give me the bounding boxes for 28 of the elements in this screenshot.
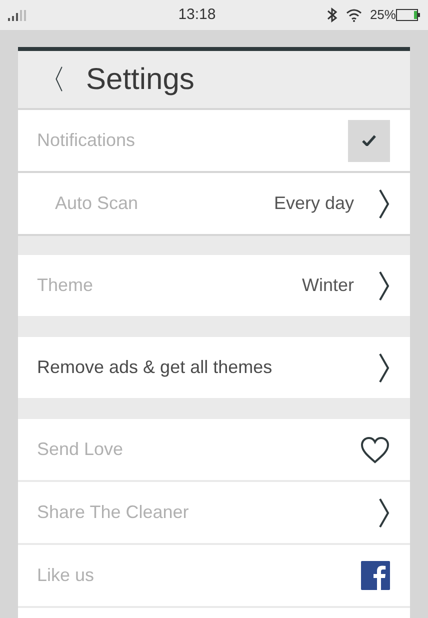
clock: 13:18 — [178, 4, 216, 25]
row-label: Like us — [37, 564, 94, 587]
signal-icon — [8, 10, 28, 20]
battery-percent: 25% — [370, 6, 396, 24]
row-label: Send Love — [37, 438, 124, 461]
settings-row[interactable]: Remove ads & get all themes — [18, 337, 410, 398]
row-value: Winter — [302, 274, 354, 297]
checkbox[interactable] — [348, 120, 390, 162]
settings-row[interactable]: Auto Scan Every day — [18, 173, 410, 234]
row-label: Share The Cleaner — [37, 501, 189, 524]
facebook-icon — [361, 561, 390, 590]
row-label: Remove ads & get all themes — [37, 356, 272, 379]
bluetooth-icon — [326, 7, 338, 23]
chevron-right-icon — [378, 352, 390, 382]
wifi-icon — [346, 8, 362, 22]
page-title: Settings — [86, 62, 194, 98]
row-label: Auto Scan — [55, 192, 138, 215]
chevron-right-icon — [378, 188, 390, 218]
chevron-right-icon — [378, 270, 390, 300]
heart-icon — [360, 436, 390, 464]
chevron-right-icon — [378, 498, 390, 528]
row-label: Notifications — [37, 129, 136, 152]
row-value: Every day — [274, 192, 354, 215]
settings-row[interactable]: Theme Winter — [18, 255, 410, 316]
checkmark-icon — [362, 135, 376, 146]
battery-icon — [396, 9, 420, 21]
back-button[interactable]: 〈 — [38, 66, 66, 94]
row-label: Theme — [37, 274, 94, 297]
